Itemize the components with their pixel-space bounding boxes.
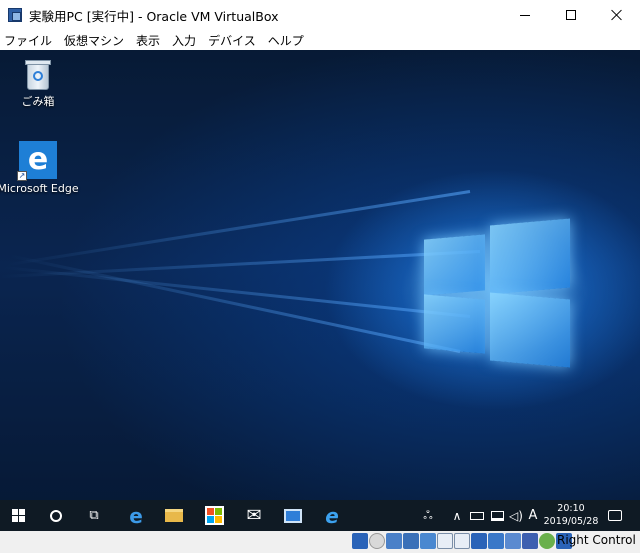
taskbar-app-mail[interactable]: ✉ — [236, 500, 272, 531]
clock-date: 2019/05/28 — [543, 516, 599, 527]
wallpaper-logo-pane — [424, 294, 485, 354]
clock-time: 20:10 — [557, 503, 585, 514]
maximize-button[interactable] — [548, 0, 594, 30]
hard-disk-icon[interactable] — [352, 533, 368, 549]
start-button[interactable] — [0, 500, 36, 531]
video-capture-icon[interactable] — [471, 533, 487, 549]
tray-ime[interactable]: A — [525, 500, 541, 531]
audio-icon[interactable] — [386, 533, 402, 549]
optical-drive-icon[interactable] — [369, 533, 385, 549]
display-icon[interactable] — [454, 533, 470, 549]
close-icon — [611, 9, 623, 21]
menu-bar: ファイル 仮想マシン 表示 入力 デバイス ヘルプ — [0, 30, 640, 50]
photos-icon — [284, 508, 302, 523]
minimize-button[interactable] — [502, 0, 548, 30]
taskbar-app-photos[interactable] — [275, 500, 311, 531]
monitor-icon[interactable] — [488, 533, 504, 549]
wallpaper-logo-pane — [490, 218, 570, 295]
task-view-icon: ⧉ — [89, 508, 99, 523]
usb-icon[interactable] — [420, 533, 436, 549]
virtualbox-icon — [7, 7, 23, 23]
desktop-icon-edge[interactable]: e ↗ Microsoft Edge — [0, 141, 79, 195]
menu-machine[interactable]: 仮想マシン — [64, 32, 124, 49]
network-icon — [490, 510, 504, 521]
taskbar-app-store[interactable] — [196, 500, 232, 531]
show-hidden-icons-button[interactable]: ∧ — [448, 500, 466, 531]
vt-x-icon[interactable] — [522, 533, 538, 549]
wallpaper-beam — [9, 254, 461, 353]
people-button[interactable]: ஃ — [418, 500, 438, 531]
menu-file[interactable]: ファイル — [4, 32, 52, 49]
wallpaper-beam — [2, 265, 471, 318]
action-center-button[interactable] — [602, 500, 628, 531]
cortana-icon — [50, 509, 62, 522]
taskbar-app-internet-explorer[interactable]: e — [314, 500, 350, 531]
tray-battery[interactable] — [467, 500, 487, 531]
tray-clock[interactable]: 20:10 2019/05/28 — [540, 502, 602, 528]
cortana-button[interactable] — [40, 500, 72, 531]
guest-desktop[interactable]: ごみ箱 e ↗ Microsoft Edge — [0, 50, 640, 531]
recycle-bin-icon — [24, 58, 52, 90]
taskbar-app-file-explorer[interactable] — [156, 500, 192, 531]
chevron-up-icon: ∧ — [452, 508, 462, 523]
desktop-icon-label: Microsoft Edge — [0, 182, 79, 195]
menu-input[interactable]: 入力 — [172, 32, 196, 49]
mail-icon: ✉ — [246, 505, 262, 526]
menu-devices[interactable]: デバイス — [208, 32, 256, 49]
host-key-label: Right Control — [557, 533, 636, 547]
edge-icon: e — [129, 503, 143, 528]
file-explorer-icon — [165, 509, 183, 522]
store-icon — [204, 506, 224, 525]
notification-icon — [608, 510, 622, 521]
speaker-icon: ◁) — [509, 508, 523, 523]
menu-help[interactable]: ヘルプ — [268, 32, 304, 49]
status-indicators — [352, 533, 572, 549]
people-icon: ஃ — [423, 507, 433, 522]
network-adapter-icon[interactable] — [403, 533, 419, 549]
wallpaper-logo-pane — [490, 292, 570, 368]
window-title: 実験用PC [実行中] - Oracle VM VirtualBox — [29, 8, 279, 24]
tray-volume[interactable]: ◁) — [507, 500, 525, 531]
desktop-icon-recycle-bin[interactable]: ごみ箱 — [2, 58, 74, 109]
wallpaper-logo-pane — [424, 234, 485, 296]
minimize-icon — [520, 14, 530, 16]
mouse-integration-icon[interactable] — [539, 533, 555, 549]
close-button[interactable] — [594, 0, 640, 30]
ime-indicator: A — [528, 508, 538, 523]
tray-network[interactable] — [487, 500, 507, 531]
edge-icon: e ↗ — [17, 141, 57, 181]
shared-folders-icon[interactable] — [437, 533, 453, 549]
desktop-icon-label: ごみ箱 — [21, 95, 55, 108]
battery-icon — [470, 511, 484, 520]
clipboard-icon[interactable] — [505, 533, 521, 549]
maximize-icon — [566, 10, 576, 20]
taskbar-app-edge[interactable]: e — [118, 500, 154, 531]
internet-explorer-icon: e — [325, 503, 339, 528]
task-view-button[interactable]: ⧉ — [78, 500, 110, 531]
menu-view[interactable]: 表示 — [136, 32, 160, 49]
windows-start-icon — [11, 509, 25, 522]
